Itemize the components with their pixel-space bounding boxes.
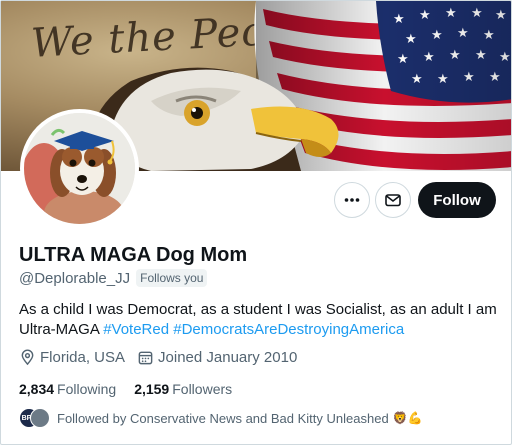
followed-by-emoji: 🦁💪 (392, 411, 423, 425)
profile-avatar[interactable] (20, 109, 139, 228)
dog-avatar-image (24, 113, 135, 224)
location-pin-icon (21, 349, 34, 366)
envelope-icon (385, 194, 401, 207)
followers-count: 2,159 (134, 381, 170, 397)
hashtag-link-votered[interactable]: #VoteRed (103, 321, 169, 338)
follows-you-badge: Follows you (136, 269, 208, 287)
user-handle: @Deplorable_JJ (19, 269, 131, 287)
followers-label: Followers (172, 381, 233, 397)
hashtag-link-democrats[interactable]: #DemocratsAreDestroyingAmerica (173, 321, 404, 338)
calendar-icon (138, 351, 153, 365)
profile-bio: As a child I was Democrat, as a student … (19, 300, 499, 340)
ellipsis-icon (344, 198, 360, 202)
message-button[interactable] (375, 182, 411, 218)
following-label: Following (57, 381, 117, 397)
follow-stats: 2,834 Following 2,159 Followers (19, 381, 250, 397)
location-item: Florida, USA (19, 349, 125, 366)
profile-meta: Florida, USA Joined January 2010 (19, 349, 309, 366)
follow-button[interactable]: Follow (418, 182, 496, 218)
following-count: 2,834 (19, 381, 55, 397)
joined-item: Joined January 2010 (137, 349, 297, 366)
followers-link[interactable]: 2,159 Followers (134, 381, 232, 397)
followed-by-row[interactable]: BPR Followed by Conservative News and Ba… (19, 408, 423, 428)
follower-avatar-2 (30, 408, 50, 428)
more-options-button[interactable] (334, 182, 370, 218)
display-name: ULTRA MAGA Dog Mom (19, 244, 248, 266)
location-text: Florida, USA (40, 349, 126, 366)
profile-card: We the People ★ ★ (0, 0, 512, 445)
followed-by-text: Followed by Conservative News and Bad Ki… (57, 410, 389, 426)
joined-text: Joined January 2010 (158, 349, 298, 366)
handle-row: @Deplorable_JJ Follows you (19, 269, 208, 287)
following-link[interactable]: 2,834 Following (19, 381, 116, 397)
followed-by-avatars: BPR (19, 408, 50, 428)
